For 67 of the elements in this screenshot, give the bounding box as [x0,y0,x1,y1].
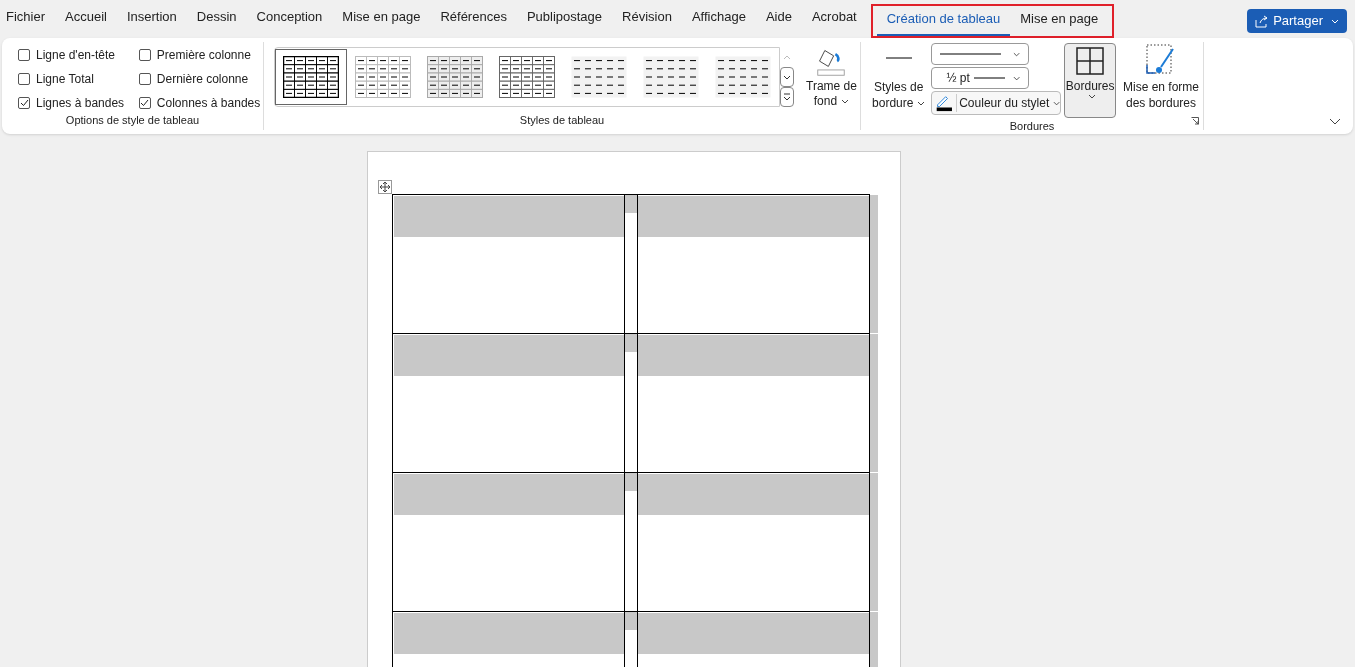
border-painter-icon [1145,43,1177,77]
menu-tab[interactable]: Fichier [0,0,55,38]
menu-tab[interactable]: Acrobat [801,0,867,38]
table-style-thumbnail [571,56,627,98]
chevron-icon [1053,100,1061,106]
group-title: Bordures [1009,119,1055,134]
checkbox-label: Ligne Total [36,71,94,88]
checkbox[interactable] [138,97,151,109]
line-weight-dropdown[interactable]: ½ pt [931,67,1030,89]
table-style-thumbnail [283,56,339,98]
chevron-icon [1013,75,1021,81]
checkbox-label: Lignes à bandes [36,95,125,112]
chevron-icon [1013,51,1021,57]
table-style-thumbnail [355,56,411,98]
menu-tab[interactable]: Affichage [681,0,756,38]
menu-tab[interactable]: Dessin [186,0,247,38]
chevron-icon [1088,94,1097,99]
table-style-thumbnail [643,56,699,98]
group-title: Options de style de tableau [65,113,200,128]
menu-tab[interactable]: Références [430,0,517,38]
border-styles-button[interactable]: Styles de bordure [869,43,929,118]
line-icon [940,53,1002,55]
checkbox[interactable] [138,73,151,85]
move-handle-icon[interactable] [377,180,392,194]
checkbox-label: Dernière colonne [156,71,249,88]
share-button[interactable]: Partager [1247,9,1347,33]
line-style-dropdown[interactable] [931,43,1030,65]
checkbox-label: Première colonne [156,47,251,64]
chevron-icon [917,101,926,107]
chevron-icon [841,99,850,105]
scroll-down-button[interactable] [780,67,794,87]
dialog-launcher-icon[interactable] [1191,117,1199,125]
paint-bucket-icon [816,47,847,77]
menu-tab[interactable]: Révision [612,0,682,38]
table-style-option[interactable] [275,49,347,105]
collapse-ribbon-icon[interactable] [1329,118,1341,126]
pen-color-button[interactable]: Couleur du stylet [931,91,1062,115]
checkbox-label: Colonnes à bandes [156,95,261,112]
gallery-expand-button[interactable] [780,87,794,107]
menu-tab[interactable]: Mise en page [332,0,431,38]
table-style-thumbnail [715,56,771,98]
menu-tab[interactable]: Conception [246,0,333,38]
line-icon [973,77,1006,79]
checkbox[interactable] [138,49,151,61]
checkbox[interactable] [18,49,30,61]
menu-tab[interactable]: Mise en page [1010,4,1109,36]
group-title: Styles de tableau [519,112,605,128]
pen-icon [934,93,955,113]
borders-button[interactable]: Bordures [1064,43,1116,118]
chevron-icon [783,74,791,80]
expand-icon [783,93,791,101]
chevron-icon [1331,18,1339,24]
table-style-thumbnail [427,56,483,98]
menu-tab[interactable]: Accueil [55,0,117,38]
grid-icon [1076,47,1105,75]
menu-tab[interactable]: Aide [755,0,802,38]
checkbox[interactable] [18,73,30,85]
checkbox-label: Ligne d'en-tête [36,47,116,64]
share-icon [1255,14,1270,28]
line-icon [885,57,912,59]
shading-button[interactable]: Trame de fond [802,47,861,109]
border-painter-button[interactable]: Mise en forme des bordures [1118,43,1203,118]
menu-tab[interactable]: Publipostage [516,0,613,38]
menu-tab[interactable]: Création de tableau [876,4,1011,36]
menu-tab[interactable]: Insertion [116,0,187,38]
table-style-thumbnail [499,56,555,98]
checkbox[interactable] [18,97,30,109]
